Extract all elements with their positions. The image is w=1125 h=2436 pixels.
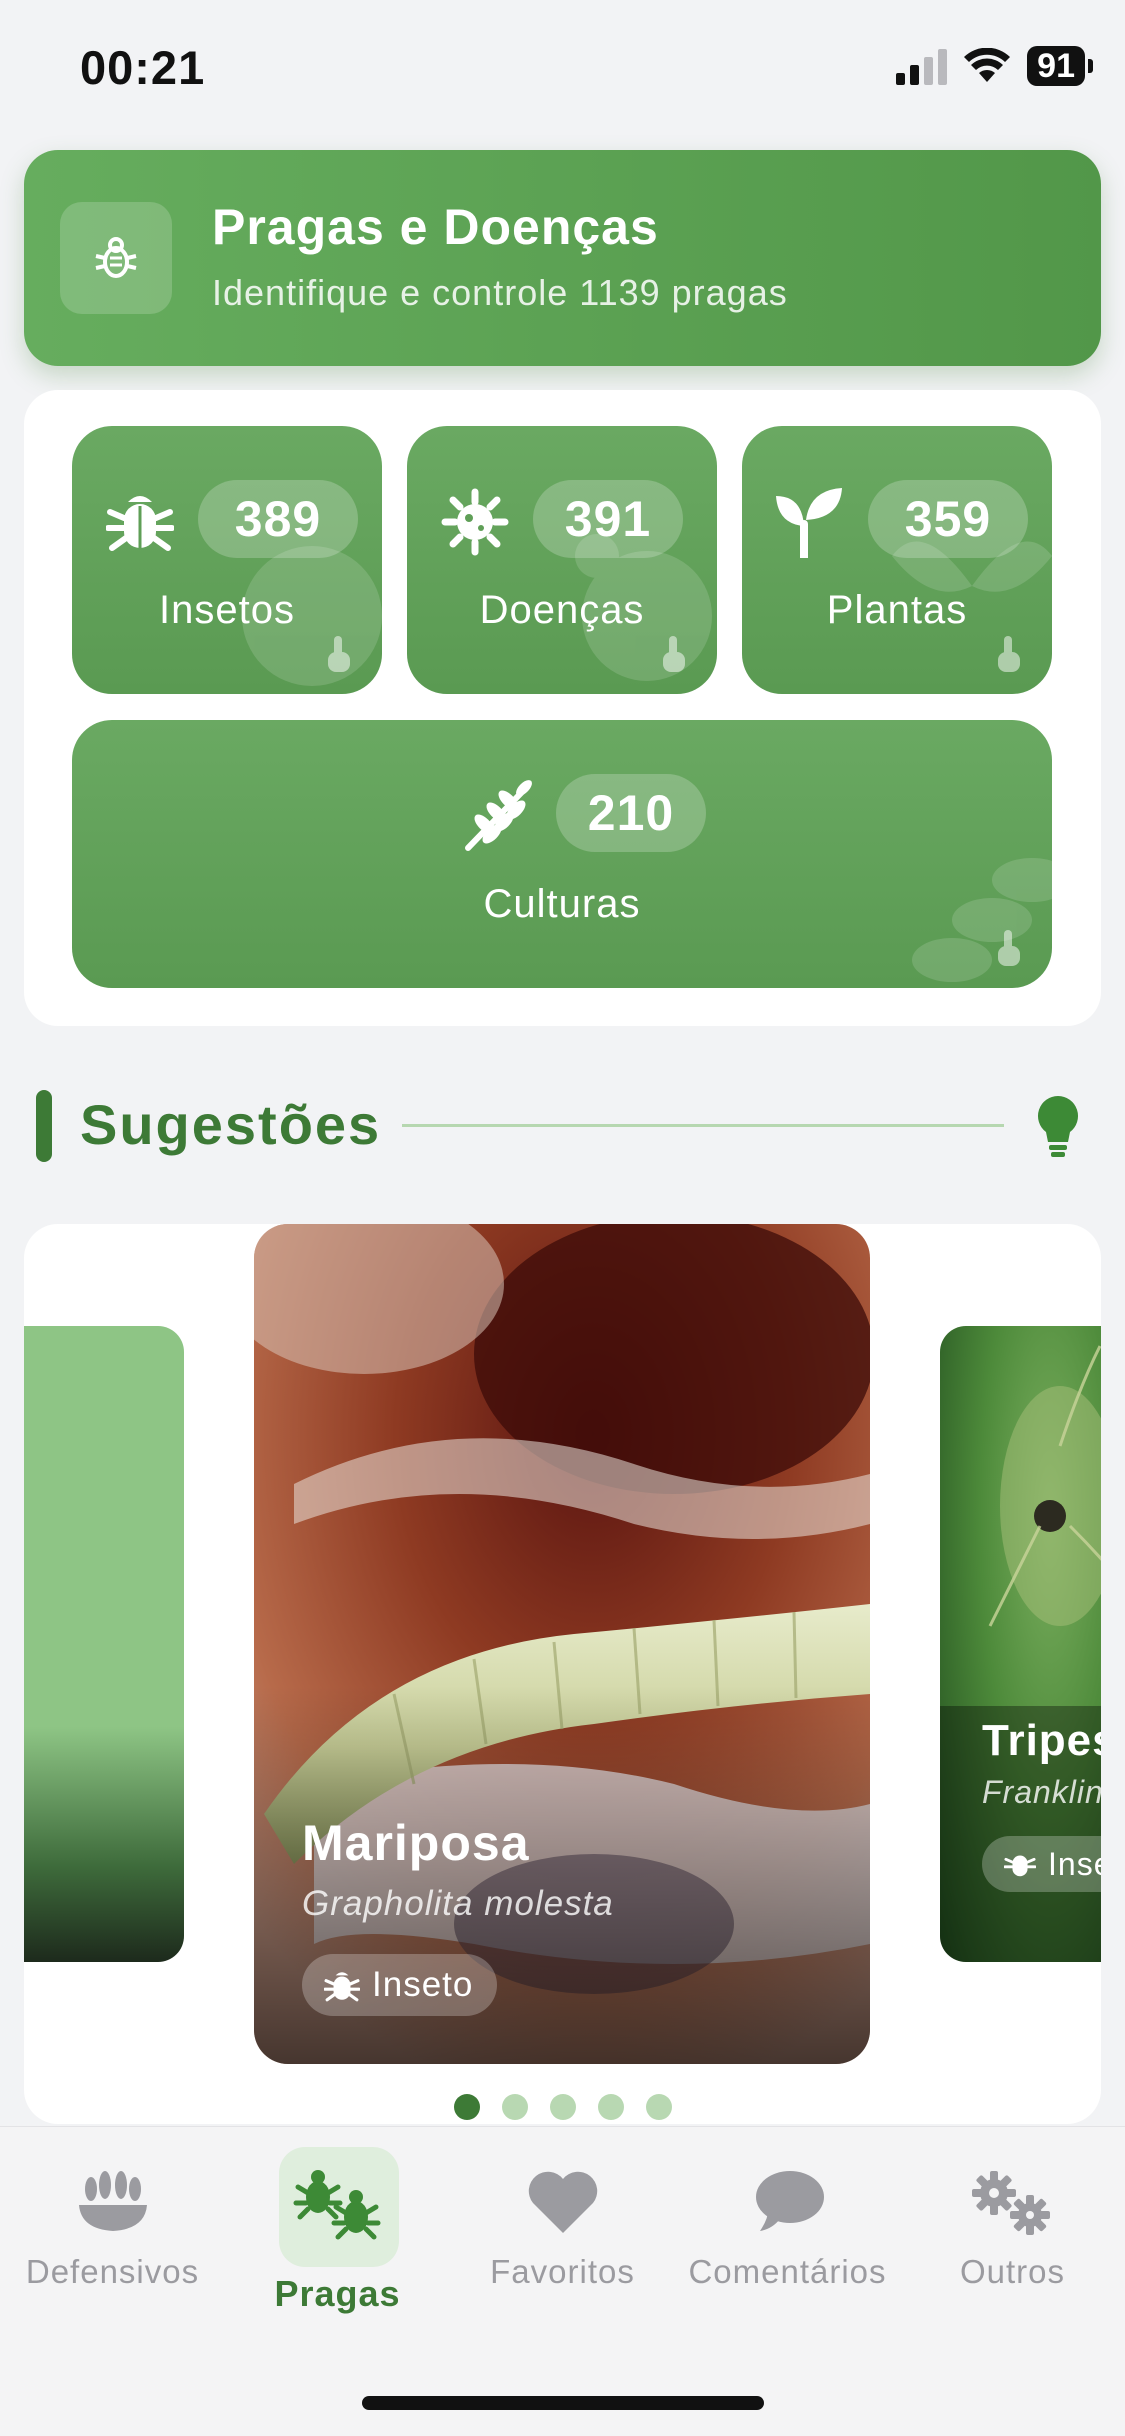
category-tile-culturas[interactable]: 210 Culturas bbox=[72, 720, 1052, 988]
nav-label: Defensivos bbox=[25, 2253, 200, 2290]
virus-icon bbox=[441, 488, 509, 556]
category-tile-doencas[interactable]: 391 Doenças bbox=[407, 426, 717, 694]
category-count: 391 bbox=[533, 480, 683, 558]
lightbulb-icon bbox=[1038, 1096, 1078, 1157]
pagination-dot[interactable] bbox=[598, 2094, 624, 2120]
page-title: Pragas e Doenças bbox=[212, 199, 659, 255]
suggestion-card-type-badge: Inseto bbox=[302, 1954, 498, 2016]
status-time: 00:21 bbox=[80, 41, 206, 94]
pagination-dot[interactable] bbox=[502, 2094, 528, 2120]
suggestion-card[interactable]: Mariposa Grapholita molesta Inseto bbox=[254, 1224, 870, 2064]
bug-outline-icon bbox=[60, 202, 172, 314]
nav-item-pragas[interactable]: Pragas bbox=[225, 2127, 450, 2327]
bug-icon bbox=[106, 496, 174, 551]
tap-hand-icon bbox=[328, 636, 350, 672]
suggestion-card-type-badge: Inse bbox=[982, 1836, 1101, 1892]
category-tile-plantas[interactable]: 359 Plantas bbox=[742, 426, 1052, 694]
suggestion-card-scientific-name: Franklin bbox=[982, 1774, 1101, 1810]
suggestion-card-title: Tripes bbox=[982, 1716, 1101, 1765]
tap-hand-icon bbox=[998, 636, 1020, 672]
battery-indicator: 91 bbox=[1027, 46, 1093, 86]
bug-icon bbox=[324, 1972, 360, 2002]
nav-item-comentarios[interactable]: Comentários bbox=[675, 2127, 900, 2327]
gears-icon bbox=[971, 2171, 1050, 2235]
category-count: 389 bbox=[198, 480, 358, 558]
bug-icon bbox=[1004, 1855, 1036, 1877]
wifi-icon bbox=[964, 48, 1011, 82]
category-label: Insetos bbox=[159, 588, 295, 632]
nav-label: Favoritos bbox=[490, 2253, 635, 2290]
suggestion-card-title: Mariposa bbox=[302, 1815, 530, 1871]
cellular-signal-icon bbox=[896, 47, 948, 85]
pest-photo bbox=[254, 1224, 870, 2064]
bugs-icon bbox=[293, 2170, 380, 2240]
nav-item-outros[interactable]: Outros bbox=[900, 2127, 1125, 2327]
category-label: Plantas bbox=[826, 588, 968, 632]
category-label: Culturas bbox=[483, 882, 641, 926]
suggestions-carousel[interactable]: Mariposa Grapholita molesta Inseto Tripe… bbox=[24, 1224, 1101, 2124]
suggestion-card-scientific-name: Grapholita molesta bbox=[302, 1884, 614, 1923]
section-accent-bar bbox=[36, 1090, 52, 1162]
seedling-icon bbox=[776, 488, 842, 558]
tap-hand-icon bbox=[663, 636, 685, 672]
nav-item-favoritos[interactable]: Favoritos bbox=[450, 2127, 675, 2327]
page-subtitle: Identifique e controle 1139 pragas bbox=[212, 272, 788, 313]
suggestion-card-previous[interactable] bbox=[24, 1326, 184, 1962]
badge-label: Inseto bbox=[372, 1965, 474, 2004]
tap-hand-icon bbox=[998, 930, 1020, 966]
chat-bubble-icon bbox=[755, 2171, 824, 2231]
home-indicator[interactable] bbox=[362, 2396, 764, 2410]
header-card: Pragas e Doenças Identifique e controle … bbox=[24, 150, 1101, 366]
section-divider bbox=[402, 1124, 1004, 1127]
pagination-dot[interactable] bbox=[550, 2094, 576, 2120]
category-count: 359 bbox=[868, 480, 1028, 558]
nav-label: Outros bbox=[959, 2253, 1066, 2290]
status-icons: 91 bbox=[896, 46, 1093, 86]
category-tile-insetos[interactable]: 389 Insetos bbox=[72, 426, 382, 694]
suggestion-card-next[interactable]: Tripes Franklin Inse bbox=[940, 1326, 1101, 1962]
wheat-icon bbox=[465, 780, 532, 851]
heart-icon bbox=[528, 2171, 597, 2233]
nav-label: Pragas bbox=[274, 2273, 401, 2314]
pagination-dot[interactable] bbox=[646, 2094, 672, 2120]
section-title: Sugestões bbox=[80, 1093, 382, 1156]
pagination-dot[interactable] bbox=[454, 2094, 480, 2120]
carousel-pagination bbox=[454, 2094, 672, 2120]
category-panel: 389 Insetos 391 Doenças 359 Plantas 210 … bbox=[24, 390, 1101, 1026]
grain-bowl-icon bbox=[78, 2171, 147, 2231]
badge-label: Inse bbox=[1048, 1846, 1101, 1882]
category-count: 210 bbox=[556, 774, 706, 852]
bottom-navigation: Defensivos Pragas Favoritos Comentários … bbox=[0, 2126, 1125, 2436]
nav-item-defensivos[interactable]: Defensivos bbox=[0, 2127, 225, 2327]
nav-label: Comentários bbox=[688, 2253, 887, 2290]
category-label: Doenças bbox=[479, 588, 645, 632]
